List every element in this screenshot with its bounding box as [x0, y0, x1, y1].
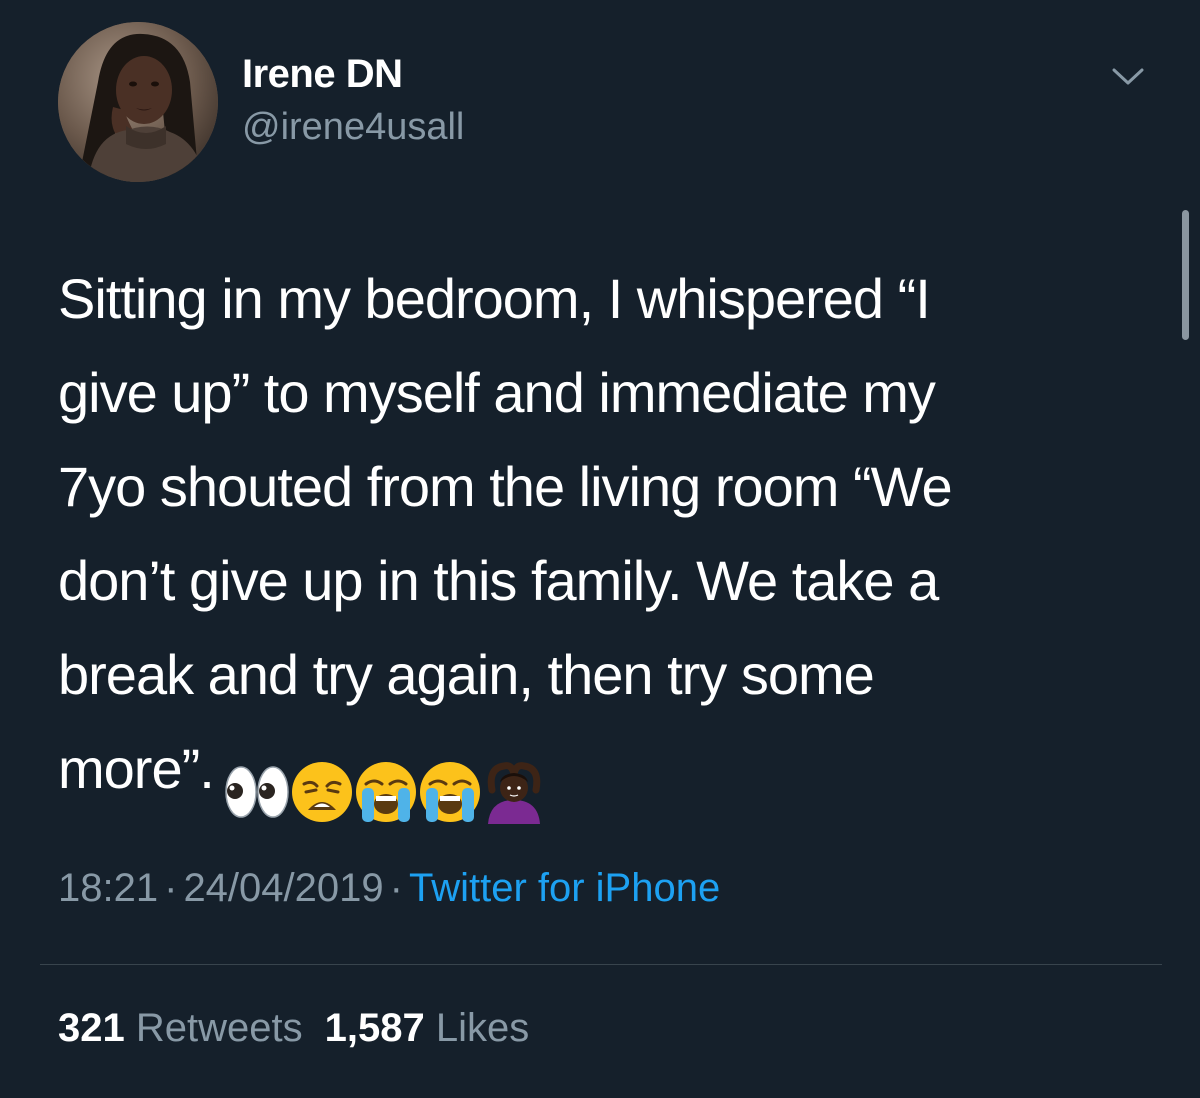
chevron-down-icon[interactable] — [1108, 60, 1148, 92]
tweet-text-line: Sitting in my bedroom, I whispered “I — [58, 267, 931, 330]
avatar[interactable] — [58, 22, 218, 182]
tweet-text: Sitting in my bedroom, I whispered “I gi… — [58, 252, 1138, 825]
tweet-text-line: 7yo shouted from the living room “We — [58, 455, 953, 518]
likes-stat[interactable]: 1,587 Likes — [325, 1006, 530, 1050]
person-gesturing-ok-emoji — [487, 762, 541, 825]
tweet-source-link[interactable]: Twitter for iPhone — [409, 866, 720, 910]
user-handle[interactable]: @irene4usall — [242, 106, 464, 149]
scrollbar[interactable] — [1182, 210, 1189, 340]
tweet-date[interactable]: 24/04/2019 — [183, 866, 383, 910]
retweets-label: Retweets — [135, 1006, 303, 1050]
tweet-stats: 321 Retweets 1,587 Likes — [58, 1006, 529, 1051]
tweet-time[interactable]: 18:21 — [58, 866, 158, 910]
likes-count: 1,587 — [324, 1006, 425, 1050]
loudly-crying-face-emoji — [355, 762, 416, 823]
display-name[interactable]: Irene DN — [242, 52, 403, 97]
separator: · — [389, 866, 403, 910]
tweet-text-line: don’t give up in this family. We take a — [58, 549, 939, 612]
tweet-metadata: 18:21 · 24/04/2019 · Twitter for iPhone — [58, 866, 720, 911]
separator: · — [164, 866, 178, 910]
eyes-emoji — [225, 766, 289, 819]
likes-label: Likes — [435, 1006, 530, 1050]
tweet-text-last-line: more”. — [58, 722, 1138, 825]
tweet-text-line: give up” to myself and immediate my — [58, 361, 936, 424]
weary-face-emoji — [291, 762, 352, 823]
loudly-crying-face-emoji — [419, 762, 480, 823]
retweets-count: 321 — [58, 1006, 125, 1050]
tweet-text-line: more”. — [58, 737, 215, 800]
emoji-sequence — [224, 741, 546, 825]
tweet-text-line: break and try again, then try some — [58, 643, 875, 706]
retweets-stat[interactable]: 321 Retweets — [58, 1006, 303, 1050]
tweet-detail: Irene DN @irene4usall Sitting in my bedr… — [0, 0, 1200, 1098]
avatar-photo — [58, 22, 218, 182]
divider — [40, 964, 1162, 965]
